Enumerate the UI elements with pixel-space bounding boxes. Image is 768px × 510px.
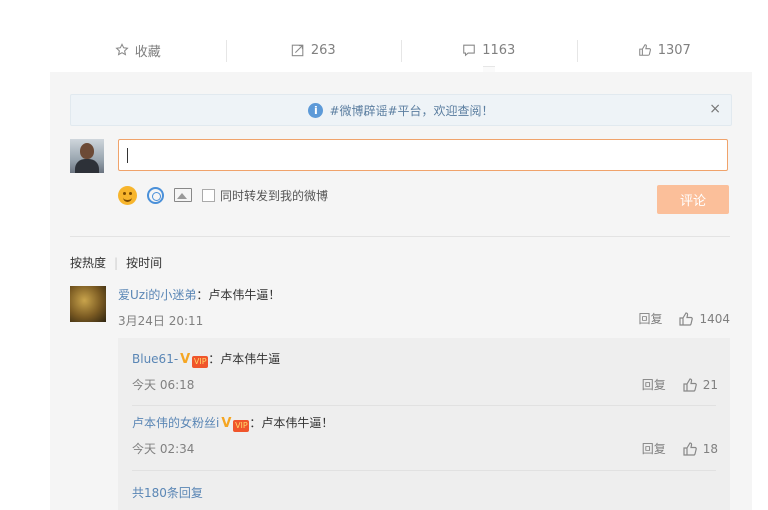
like-count: 1307	[657, 42, 691, 58]
repost-button[interactable]: 263	[225, 28, 402, 72]
text-caret	[127, 148, 128, 163]
submit-comment-button[interactable]: 评论	[657, 185, 729, 214]
info-icon: i	[308, 102, 324, 118]
checkbox-box[interactable]	[202, 188, 215, 202]
comment-username[interactable]: 爱Uzi的小迷弟	[118, 288, 196, 302]
reply-text: ：卢本伟牛逼！	[249, 416, 334, 430]
topic-icon[interactable]	[147, 186, 164, 204]
thumbs-up-icon	[683, 377, 697, 392]
star-icon	[115, 43, 129, 56]
comment-like-count: 1404	[699, 311, 730, 326]
vip-badge: VIP	[192, 356, 209, 368]
comment-icon	[463, 44, 475, 57]
favorite-button[interactable]: 收藏	[50, 28, 226, 72]
current-user-avatar[interactable]	[70, 139, 104, 173]
notice-text[interactable]: #微博辟谣#平台，欢迎查阅！	[329, 102, 493, 119]
reply-time: 今天 02:34	[132, 442, 195, 456]
comment-body: 爱Uzi的小迷弟：卢本伟牛逼！	[118, 286, 280, 303]
close-icon[interactable]: ×	[709, 101, 721, 117]
post-action-bar: 收藏 263 1163 1307	[50, 28, 752, 73]
rumor-notice-banner: i #微博辟谣#平台，欢迎查阅！ ×	[70, 94, 732, 126]
repost-icon	[291, 44, 304, 57]
thumbs-up-icon	[679, 311, 694, 326]
thumbs-up-icon	[683, 441, 697, 456]
comment-area: i #微博辟谣#平台，欢迎查阅！ × 同时转发到我的微博 评论 按热度 | 按时…	[50, 72, 752, 510]
sort-by-time[interactable]: 按时间	[126, 254, 162, 271]
reply-like-count: 18	[702, 441, 718, 456]
repost-checkbox-label: 同时转发到我的微博	[220, 188, 329, 203]
sort-bar: 按热度 | 按时间	[70, 254, 162, 271]
vip-badge: VIP	[233, 420, 250, 432]
reply-list: Blue61- V VIP ：卢本伟牛逼 今天 06:18 回复 21 卢本伟的女粉丝…	[118, 338, 730, 510]
like-button[interactable]: 1307	[576, 28, 753, 72]
reply-time: 今天 06:18	[132, 378, 195, 392]
verified-badge: V	[221, 416, 232, 431]
favorite-label: 收藏	[134, 44, 161, 60]
thumbs-up-icon	[638, 44, 651, 56]
comment-avatar[interactable]	[70, 286, 106, 322]
emoji-icon[interactable]	[118, 185, 137, 205]
composer-toolbar: 同时转发到我的微博	[118, 184, 328, 206]
reply-like-button[interactable]: 21	[682, 377, 718, 393]
reply-like-button[interactable]: 18	[682, 441, 718, 457]
comment-count: 1163	[482, 42, 516, 58]
reply-actions: 回复 18	[642, 440, 718, 457]
reply-text: ：卢本伟牛逼	[208, 352, 281, 366]
divider	[132, 470, 716, 471]
sort-by-hot[interactable]: 按热度	[70, 254, 106, 271]
repost-count: 263	[310, 42, 336, 58]
reply-button[interactable]: 回复	[638, 310, 662, 327]
divider	[132, 405, 716, 406]
reply-actions: 回复 21	[642, 376, 718, 393]
image-icon[interactable]	[174, 188, 192, 202]
list-item: Blue61- V VIP ：卢本伟牛逼 今天 06:18 回复 21	[132, 350, 718, 393]
list-item: 卢本伟的女粉丝i V VIP ：卢本伟牛逼！ 今天 02:34 回复 18	[132, 414, 718, 457]
comment-actions: 回复 1404	[638, 310, 730, 327]
repost-checkbox[interactable]: 同时转发到我的微博	[202, 187, 328, 204]
reply-like-count: 21	[702, 377, 718, 392]
divider	[70, 236, 730, 237]
verified-badge: V	[180, 352, 191, 367]
reply-body: Blue61- V VIP ：卢本伟牛逼	[132, 350, 718, 368]
comment-text: ：卢本伟牛逼！	[196, 288, 281, 302]
more-replies-link[interactable]: 共180条回复	[132, 484, 203, 501]
comment-input[interactable]	[118, 139, 728, 171]
comment-like-button[interactable]: 1404	[678, 311, 730, 327]
sort-separator: |	[114, 255, 119, 270]
reply-button[interactable]: 回复	[642, 376, 666, 393]
comment-tab-button[interactable]: 1163	[401, 28, 577, 72]
comment-time: 3月24日 20:11	[118, 314, 204, 328]
weibo-post-panel: 收藏 263 1163 1307 i #微博辟谣#平台，欢迎查阅！ × 同时转发…	[50, 28, 752, 510]
reply-username[interactable]: 卢本伟的女粉丝i	[132, 416, 219, 430]
reply-button[interactable]: 回复	[642, 440, 666, 457]
reply-body: 卢本伟的女粉丝i V VIP ：卢本伟牛逼！	[132, 414, 718, 432]
reply-username[interactable]: Blue61-	[132, 352, 178, 366]
